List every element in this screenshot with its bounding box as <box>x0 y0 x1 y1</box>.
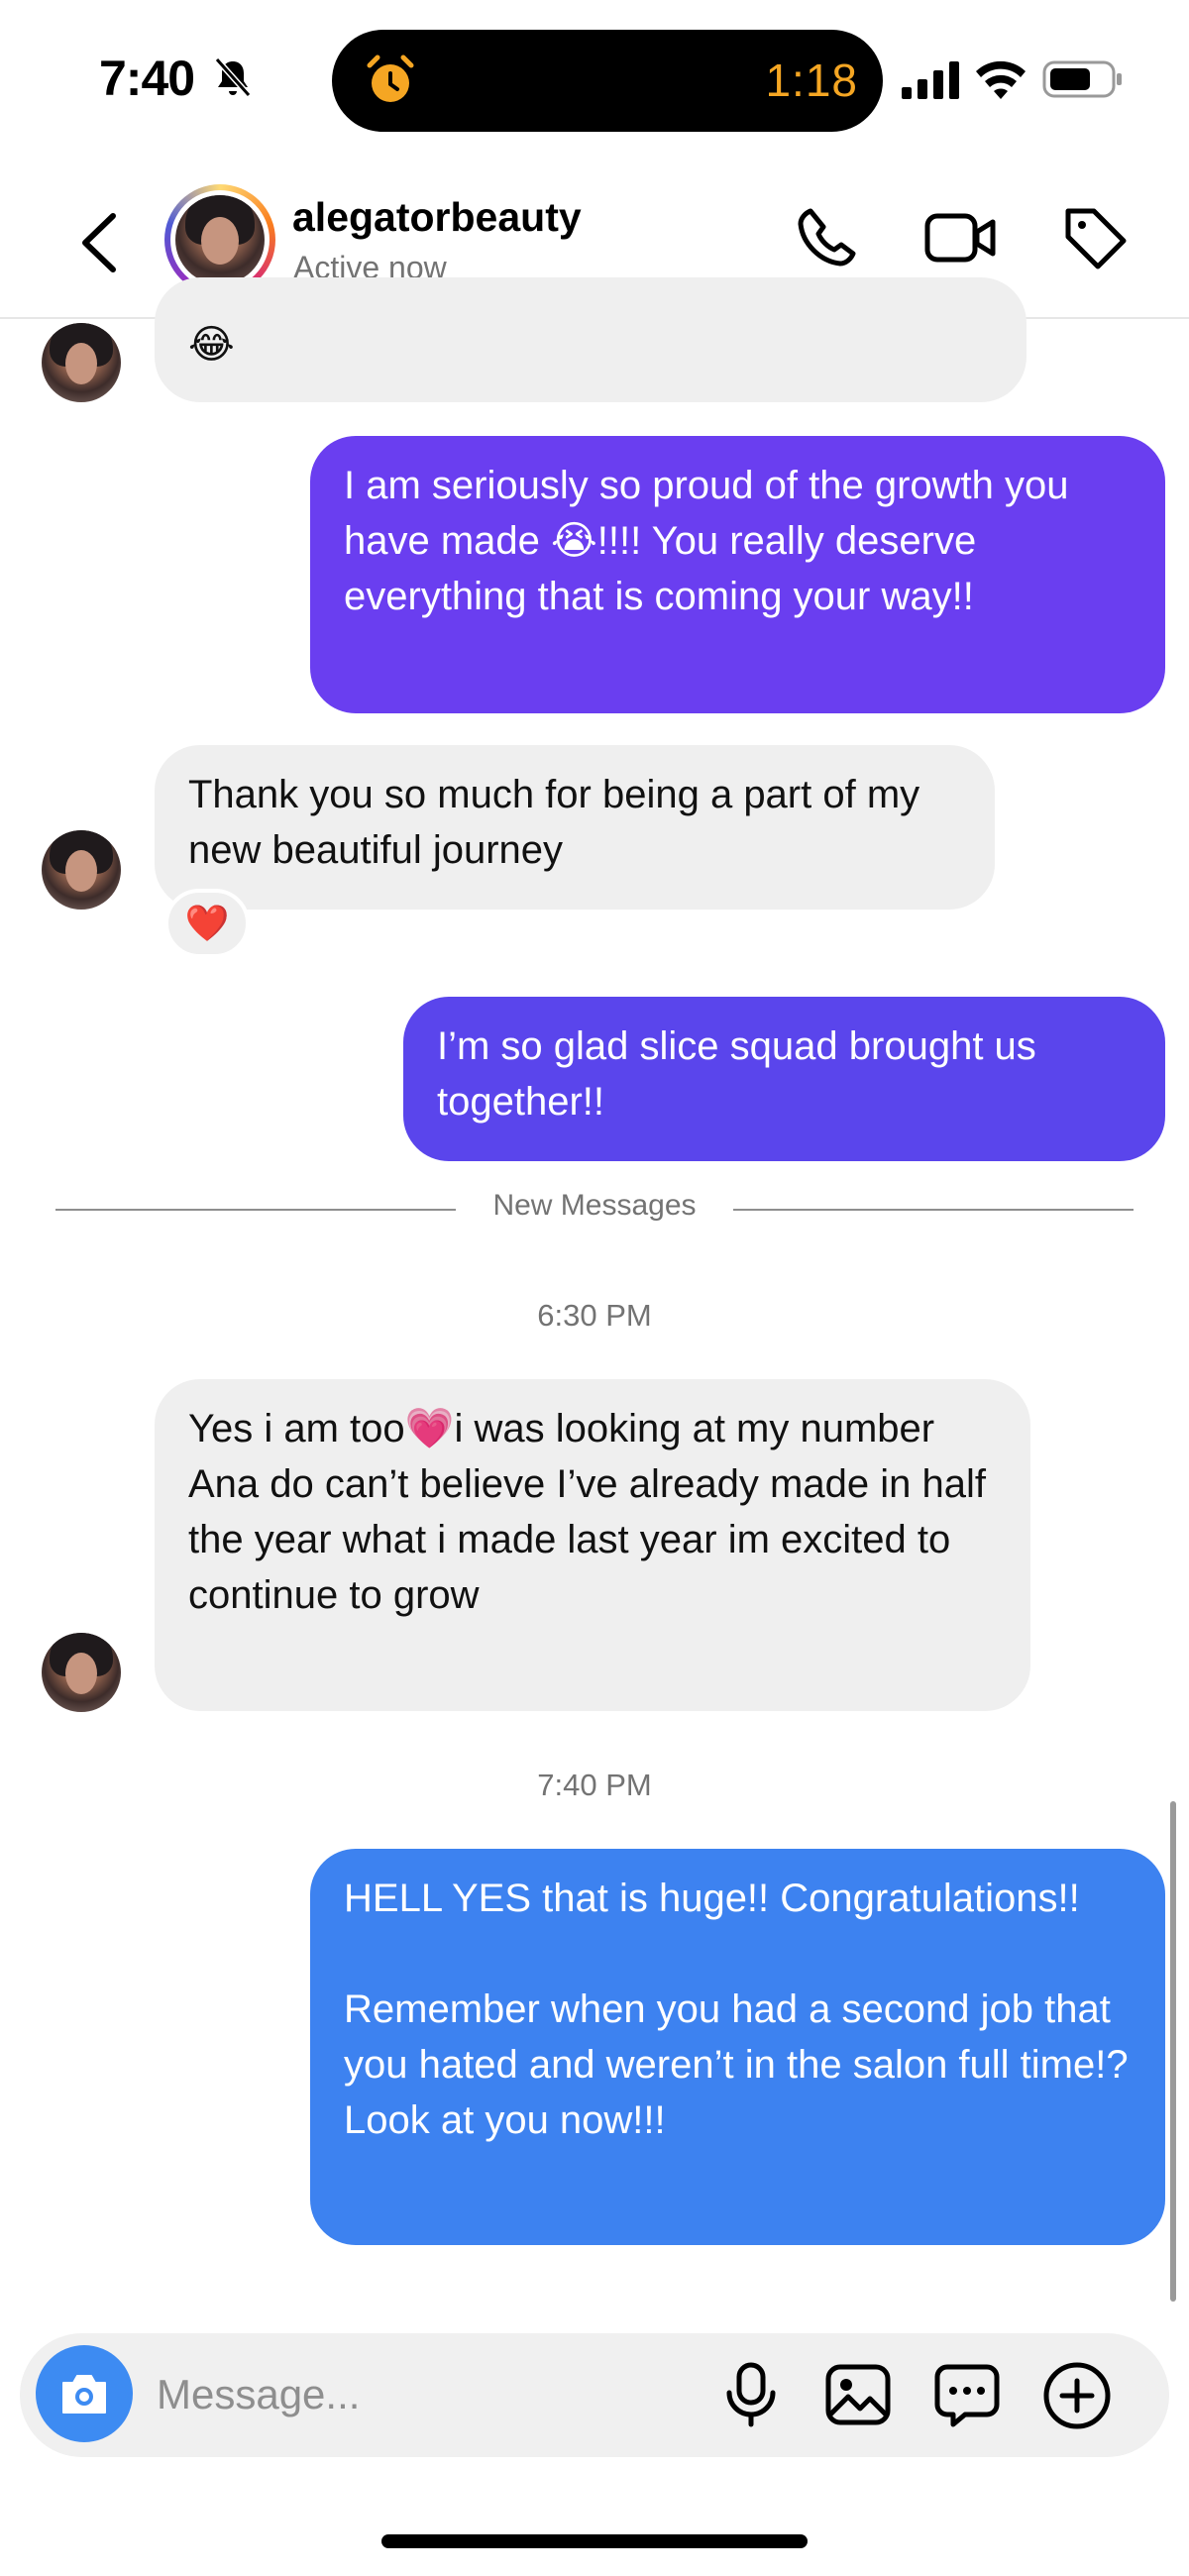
gallery-icon[interactable] <box>824 2363 892 2426</box>
contact-name[interactable]: alegatorbeauty <box>292 194 582 241</box>
microphone-icon[interactable] <box>719 2361 783 2428</box>
scrollbar[interactable] <box>1170 1801 1176 2302</box>
alarm-icon <box>367 54 414 102</box>
plus-icon[interactable] <box>1042 2361 1112 2430</box>
message-input[interactable] <box>155 2363 674 2426</box>
timestamp: 7:40 PM <box>537 1768 652 1802</box>
camera-icon <box>62 2375 106 2414</box>
sticker-icon[interactable] <box>933 2361 1001 2428</box>
status-bar: 7:40 1:18 <box>0 0 1189 159</box>
message-bubble-outgoing[interactable]: I am seriously so proud of the growth yo… <box>310 436 1165 713</box>
message-bubble-incoming[interactable]: Yes i am too💗i was looking at my number … <box>155 1379 1030 1711</box>
island-timer: 1:18 <box>765 54 858 106</box>
tag-icon[interactable] <box>1060 203 1130 272</box>
back-icon[interactable] <box>69 208 129 277</box>
new-messages-divider: New Messages <box>492 1189 697 1222</box>
avatar[interactable] <box>42 1633 121 1712</box>
phone-icon[interactable] <box>793 203 862 272</box>
signal-icon <box>902 61 959 99</box>
message-composer <box>20 2333 1169 2457</box>
avatar[interactable] <box>42 830 121 910</box>
message-bubble-outgoing[interactable]: HELL YES that is huge!! Congratulations!… <box>310 1849 1165 2245</box>
avatar[interactable] <box>42 323 121 402</box>
message-bubble-incoming[interactable]: 😂 <box>155 277 1027 402</box>
camera-button[interactable] <box>36 2345 133 2442</box>
dynamic-island: 1:18 <box>332 30 883 132</box>
wifi-icon <box>976 60 1026 99</box>
heart-reaction-icon[interactable]: ❤️ <box>164 889 250 958</box>
timestamp: 6:30 PM <box>537 1298 652 1333</box>
message-bubble-incoming[interactable]: Thank you so much for being a part of my… <box>155 745 995 910</box>
status-time: 7:40 <box>99 51 195 106</box>
bell-slash-icon <box>214 57 252 97</box>
divider-line <box>733 1209 1134 1211</box>
video-icon[interactable] <box>923 208 997 268</box>
battery-icon <box>1042 60 1122 98</box>
divider-line <box>55 1209 456 1211</box>
avatar <box>175 195 265 284</box>
home-indicator[interactable] <box>381 2534 808 2548</box>
message-bubble-outgoing[interactable]: I’m so glad slice squad brought us toget… <box>403 997 1165 1161</box>
